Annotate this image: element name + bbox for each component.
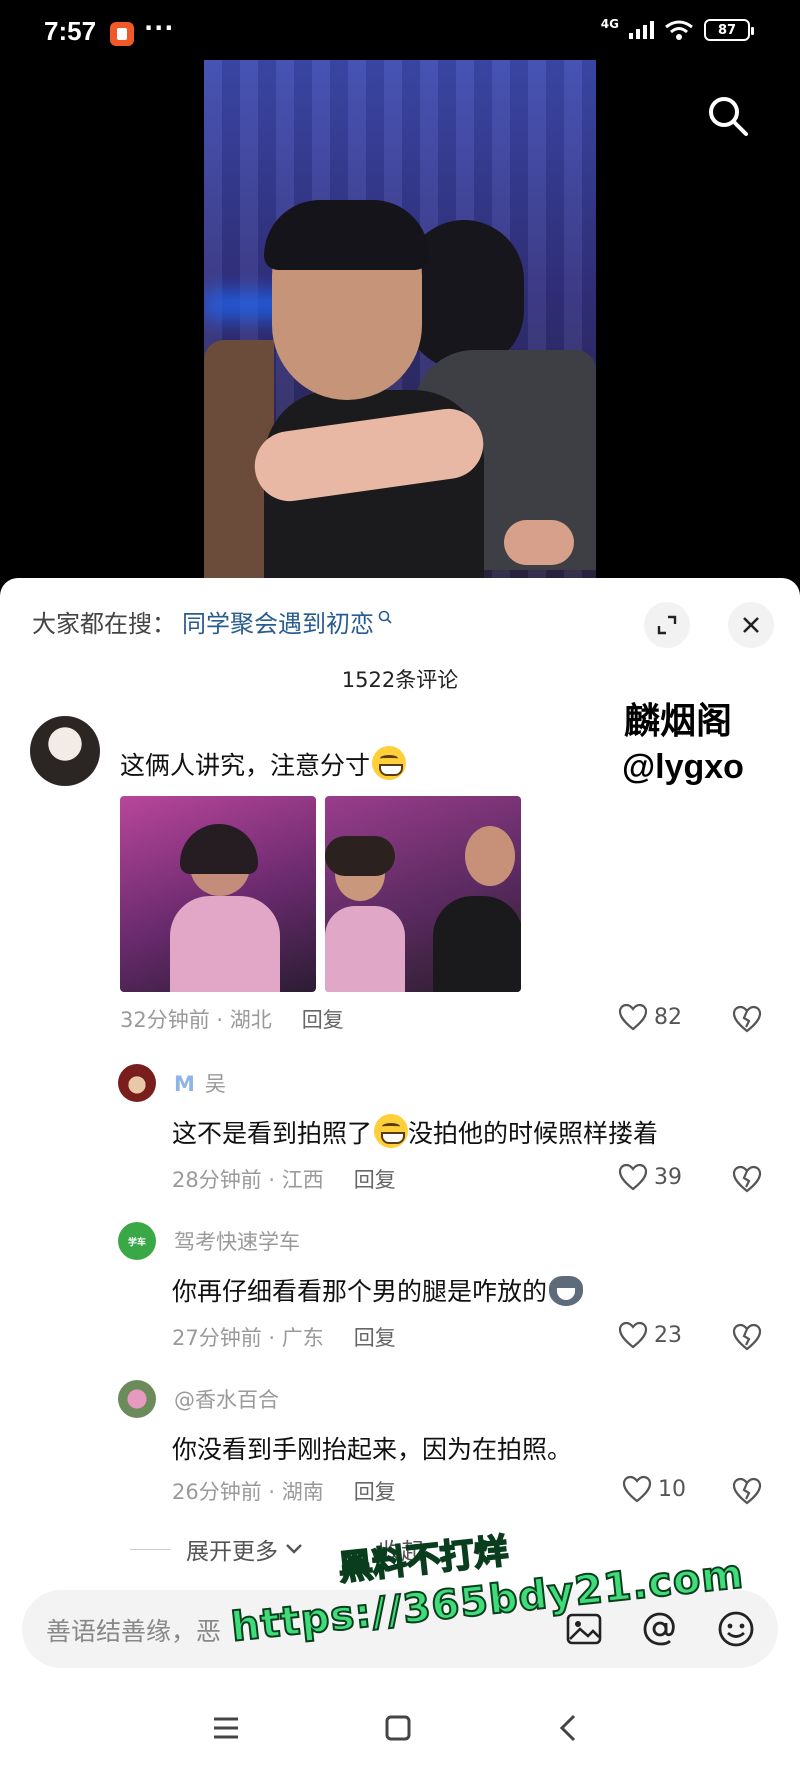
comment-author[interactable]: @香水百合 [174,1384,279,1414]
comment-meta: 27分钟前 · 广东 回复 [172,1326,396,1350]
like-count: 10 [658,1476,686,1502]
close-button[interactable] [728,602,774,648]
grin-emoji-icon [372,746,407,780]
reply-button[interactable]: 回复 [354,1326,396,1350]
expand-icon [657,615,677,635]
reply-button[interactable]: 回复 [354,1480,396,1504]
comment-author-name: 吴 [204,1072,226,1096]
back-icon[interactable] [550,1708,590,1748]
comment-input-placeholder: 善语结善缘，恶 [46,1617,222,1646]
expand-more-button[interactable]: 展开更多 [130,1532,304,1566]
status-bar: 7:57 ··· 4G 87 [0,0,800,60]
comment-text-body: 你再仔细看看那个男的腿是咋放的 [172,1277,548,1306]
comment-author[interactable]: M吴 [174,1068,226,1098]
home-icon[interactable] [378,1708,418,1748]
watermark-handle: @lygxo [622,748,744,786]
status-indicators: 4G 87 [600,16,754,44]
like-button[interactable]: 10 [622,1475,686,1503]
comment-text: 你没看到手刚抬起来，因为在拍照。 [172,1435,573,1464]
search-icon [378,610,392,624]
comment-meta: 32分钟前 · 湖北 回复 [120,1008,344,1032]
grin-sweat-emoji-icon [374,1114,409,1148]
comment-sheet: 大家都在搜： 同学聚会遇到初恋 1522条评论 麟烟阁 @lygxo 这俩人讲究… [0,578,800,1777]
trending-query-link[interactable]: 同学聚会遇到初恋 [182,604,374,639]
battery-level: 87 [717,22,737,38]
like-count: 82 [654,1004,682,1030]
comment-meta: 28分钟前 · 江西 回复 [172,1168,396,1192]
avatar[interactable] [118,1064,156,1102]
comment-time: 26分钟前 [172,1480,262,1504]
system-navigation-bar [0,1680,800,1777]
reply-button[interactable]: 回复 [354,1168,396,1192]
comment-text: 你再仔细看看那个男的腿是咋放的 [172,1272,584,1308]
heart-icon [622,1475,652,1503]
emoji-icon[interactable] [716,1609,756,1649]
comment-photo[interactable] [120,796,316,992]
expand-more-label: 展开更多 [186,1539,278,1565]
network-type: 4G [600,17,619,31]
like-count: 23 [654,1322,682,1348]
status-more: ··· [144,14,175,42]
wifi-icon [665,20,693,40]
like-count: 39 [654,1164,682,1190]
comment-text: 这不是看到拍照了 没拍他的时候照样搂着 [172,1114,658,1150]
heart-icon [618,1003,648,1031]
watermark-name: 麟烟阁 [624,701,733,742]
heart-icon [618,1163,648,1191]
avatar[interactable] [118,1380,156,1418]
comment-count: 1522条评论 [341,668,459,692]
like-button[interactable]: 39 [618,1163,682,1191]
expand-button[interactable] [644,602,690,648]
broken-heart-icon[interactable] [732,1477,762,1505]
reply-button[interactable]: 回复 [302,1008,344,1032]
comment-time: 28分钟前 [172,1168,262,1192]
like-button[interactable]: 82 [618,1003,682,1031]
broken-heart-icon[interactable] [732,1323,762,1351]
avatar[interactable]: 学车 [118,1222,156,1260]
video-player[interactable] [0,60,800,590]
comment-text-part1: 这不是看到拍照了 [172,1119,373,1148]
comment-photo[interactable] [325,796,521,992]
battery-icon: 87 [704,19,754,41]
comment-author[interactable]: 驾考快速学车 [174,1226,300,1256]
search-icon[interactable] [706,94,750,138]
comment-text-part2: 没拍他的时候照样搂着 [408,1119,659,1148]
trending-prefix: 大家都在搜： [32,610,176,638]
avatar[interactable] [30,716,100,786]
comment-text-body: 这俩人讲究，注意分寸 [120,751,371,780]
chevron-down-icon [286,1544,302,1554]
comment-text: 这俩人讲究，注意分寸 [120,746,407,782]
like-button[interactable]: 23 [618,1321,682,1349]
signal-icon [629,21,654,39]
comment-region: 江西 [281,1168,324,1192]
broken-heart-icon[interactable] [732,1005,762,1033]
comment-time: 32分钟前 [120,1008,210,1032]
comment-region: 湖南 [281,1480,324,1504]
broken-heart-icon[interactable] [732,1165,762,1193]
comment-region: 湖北 [229,1008,272,1032]
close-icon [743,617,759,633]
menu-icon[interactable] [206,1708,246,1748]
comment-region: 广东 [281,1326,324,1350]
trending-search-bar[interactable]: 大家都在搜： 同学聚会遇到初恋 [32,604,392,639]
dog-emoji-icon [549,1276,584,1306]
comment-meta: 26分钟前 · 湖南 回复 [172,1480,396,1504]
video-frame[interactable] [204,60,596,590]
app-notification-icon [110,22,134,46]
at-icon[interactable] [640,1609,680,1649]
comment-time: 27分钟前 [172,1326,262,1350]
heart-icon [618,1321,648,1349]
status-time: 7:57 [44,16,97,46]
